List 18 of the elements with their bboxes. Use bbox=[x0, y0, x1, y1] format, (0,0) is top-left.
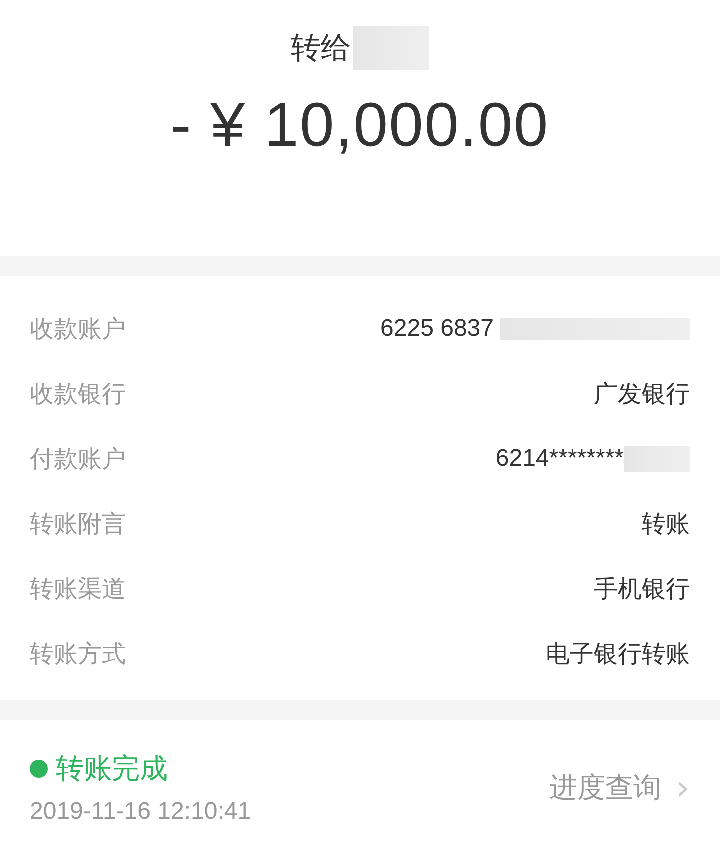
detail-label: 转账附言 bbox=[30, 508, 126, 540]
detail-value: 转账 bbox=[642, 510, 690, 540]
detail-label: 转账渠道 bbox=[30, 574, 126, 604]
detail-label: 收款账户 bbox=[30, 314, 126, 344]
detail-value: 手机银行 bbox=[594, 574, 690, 604]
detail-value: 6225 6837 bbox=[380, 314, 494, 342]
detail-value: 广发银行 bbox=[594, 380, 690, 410]
timestamp: 2019-11-16 12:10:41 bbox=[30, 798, 252, 826]
detail-label: 转账方式 bbox=[30, 638, 126, 670]
detail-value: 6214******** bbox=[496, 444, 624, 472]
amount: - ¥ 10,000.00 bbox=[170, 90, 550, 161]
detail-value: 电子银行转账 bbox=[546, 640, 690, 670]
detail-label: 收款银行 bbox=[30, 378, 126, 410]
transfer-title: 转给 bbox=[291, 30, 351, 68]
status-text: 转账完成 bbox=[56, 751, 168, 787]
status-dot bbox=[30, 760, 48, 778]
progress-query-link[interactable]: 进度查询 › bbox=[550, 768, 690, 808]
detail-label: 付款账户 bbox=[30, 444, 126, 474]
